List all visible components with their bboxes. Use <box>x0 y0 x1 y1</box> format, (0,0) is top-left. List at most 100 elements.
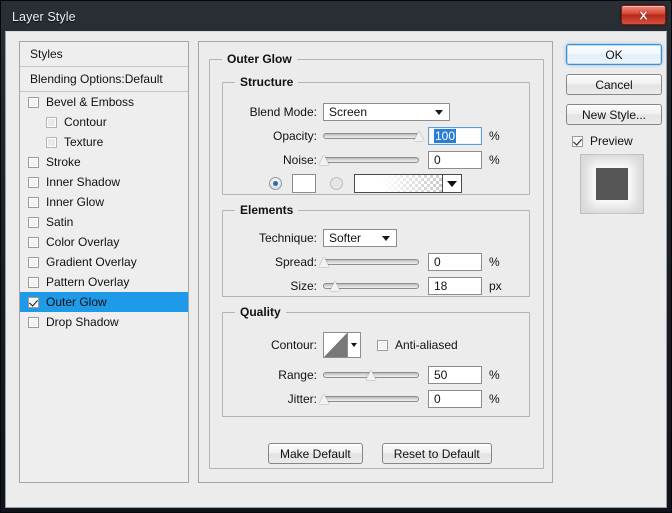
style-label: Inner Shadow <box>46 175 121 189</box>
preview-shape <box>596 168 628 200</box>
checkbox-inner-shadow[interactable] <box>28 176 39 188</box>
glow-color-swatch[interactable] <box>292 174 316 193</box>
noise-label: Noise: <box>282 153 317 167</box>
checkbox-contour[interactable] <box>46 116 57 128</box>
noise-unit: % <box>489 153 500 167</box>
blend-mode-value: Screen <box>329 105 368 119</box>
checkbox-satin[interactable] <box>28 216 39 228</box>
quality-group: Quality Contour: Anti-aliased Range: 50 … <box>222 305 530 417</box>
dialog-client-area: Styles Blending Options:Default Bevel & … <box>5 31 667 508</box>
contour-preset-picker[interactable] <box>323 332 361 358</box>
jitter-slider[interactable] <box>323 391 419 407</box>
jitter-input[interactable]: 0 <box>428 390 482 408</box>
size-value: 18 <box>434 279 448 293</box>
style-row-bevel-emboss[interactable]: Bevel & Emboss <box>20 92 188 112</box>
slider-track <box>323 259 419 265</box>
style-row-drop-shadow[interactable]: Drop Shadow <box>20 312 188 332</box>
spread-slider[interactable] <box>323 254 419 270</box>
outer-glow-group: Outer Glow Structure Blend Mode: Screen … <box>209 52 544 469</box>
make-default-button[interactable]: Make Default <box>268 443 363 464</box>
style-label: Inner Glow <box>46 195 105 209</box>
anti-aliased-label: Anti-aliased <box>395 338 458 352</box>
range-value: 50 <box>434 368 448 382</box>
technique-select[interactable]: Softer <box>323 229 397 247</box>
technique-row: Technique: Softer <box>231 229 397 247</box>
cancel-button[interactable]: Cancel <box>566 74 662 95</box>
size-slider[interactable] <box>323 278 419 294</box>
preview-toggle[interactable]: Preview <box>572 134 664 148</box>
opacity-input[interactable]: 100 <box>428 127 482 145</box>
blending-options-row[interactable]: Blending Options:Default <box>20 67 188 92</box>
gradient-dropdown-icon[interactable] <box>442 175 461 192</box>
contour-curve-icon <box>324 333 348 357</box>
jitter-label: Jitter: <box>287 392 317 406</box>
checkbox-outer-glow[interactable] <box>28 296 39 308</box>
blend-mode-select[interactable]: Screen <box>323 103 450 121</box>
range-input[interactable]: 50 <box>428 366 482 384</box>
slider-thumb[interactable] <box>366 370 377 381</box>
style-label: Pattern Overlay <box>46 275 130 289</box>
spread-input[interactable]: 0 <box>428 253 482 271</box>
reset-to-default-button[interactable]: Reset to Default <box>381 443 492 464</box>
range-label: Range: <box>278 368 317 382</box>
slider-track <box>323 396 419 402</box>
checkbox-drop-shadow[interactable] <box>28 316 39 328</box>
checkbox-bevel-emboss[interactable] <box>28 96 39 108</box>
checkbox-gradient-overlay[interactable] <box>28 256 39 268</box>
contour-label: Contour: <box>270 338 317 352</box>
checkbox-anti-aliased[interactable] <box>377 339 388 351</box>
radio-gradient[interactable] <box>330 177 343 190</box>
style-row-outer-glow[interactable]: Outer Glow <box>20 292 188 312</box>
glow-gradient-swatch[interactable] <box>354 174 462 193</box>
contour-dropdown-icon[interactable] <box>348 333 360 357</box>
style-row-pattern-overlay[interactable]: Pattern Overlay <box>20 272 188 292</box>
layer-style-dialog: Layer Style Styles Blending Options:Defa… <box>0 0 672 513</box>
style-row-stroke[interactable]: Stroke <box>20 152 188 172</box>
checkbox-texture[interactable] <box>46 136 57 148</box>
options-panel: Outer Glow Structure Blend Mode: Screen … <box>198 41 553 483</box>
size-input[interactable]: 18 <box>428 277 482 295</box>
chevron-down-icon <box>382 236 390 241</box>
range-slider[interactable] <box>323 367 419 383</box>
range-unit: % <box>489 368 500 382</box>
radio-solid-color[interactable] <box>269 177 282 190</box>
checkbox-stroke[interactable] <box>28 156 39 168</box>
checkbox-pattern-overlay[interactable] <box>28 276 39 288</box>
checkbox-inner-glow[interactable] <box>28 196 39 208</box>
style-row-inner-shadow[interactable]: Inner Shadow <box>20 172 188 192</box>
ok-button[interactable]: OK <box>566 44 662 65</box>
close-button[interactable] <box>621 5 666 25</box>
style-row-color-overlay[interactable]: Color Overlay <box>20 232 188 252</box>
style-label: Color Overlay <box>46 235 120 249</box>
slider-thumb[interactable] <box>319 155 330 166</box>
noise-input[interactable]: 0 <box>428 151 482 169</box>
style-row-texture[interactable]: Texture <box>20 132 188 152</box>
slider-thumb[interactable] <box>414 131 425 142</box>
style-label: Texture <box>64 135 104 149</box>
noise-row: Noise: 0 % <box>231 151 500 169</box>
slider-thumb[interactable] <box>330 281 341 292</box>
glow-fill-row <box>269 173 462 194</box>
opacity-label: Opacity: <box>272 129 317 143</box>
style-row-satin[interactable]: Satin <box>20 212 188 232</box>
elements-legend: Elements <box>235 203 299 217</box>
jitter-row: Jitter: 0 % <box>231 390 500 408</box>
slider-thumb[interactable] <box>319 257 330 268</box>
style-label: Drop Shadow <box>46 315 119 329</box>
checkbox-preview[interactable] <box>572 135 583 147</box>
slider-thumb[interactable] <box>319 394 330 405</box>
checkbox-color-overlay[interactable] <box>28 236 39 248</box>
dialog-actions-panel: OK Cancel New Style... Preview <box>566 44 664 214</box>
title-bar[interactable]: Layer Style <box>3 3 669 31</box>
noise-slider[interactable] <box>323 152 419 168</box>
noise-value: 0 <box>434 153 441 167</box>
style-row-contour[interactable]: Contour <box>20 112 188 132</box>
opacity-slider[interactable] <box>323 128 419 144</box>
preview-label: Preview <box>590 134 633 148</box>
style-row-inner-glow[interactable]: Inner Glow <box>20 192 188 212</box>
spread-unit: % <box>489 255 500 269</box>
outer-glow-title: Outer Glow <box>222 52 297 66</box>
style-row-gradient-overlay[interactable]: Gradient Overlay <box>20 252 188 272</box>
new-style-button[interactable]: New Style... <box>566 104 662 125</box>
anti-aliased-toggle[interactable]: Anti-aliased <box>377 338 458 352</box>
